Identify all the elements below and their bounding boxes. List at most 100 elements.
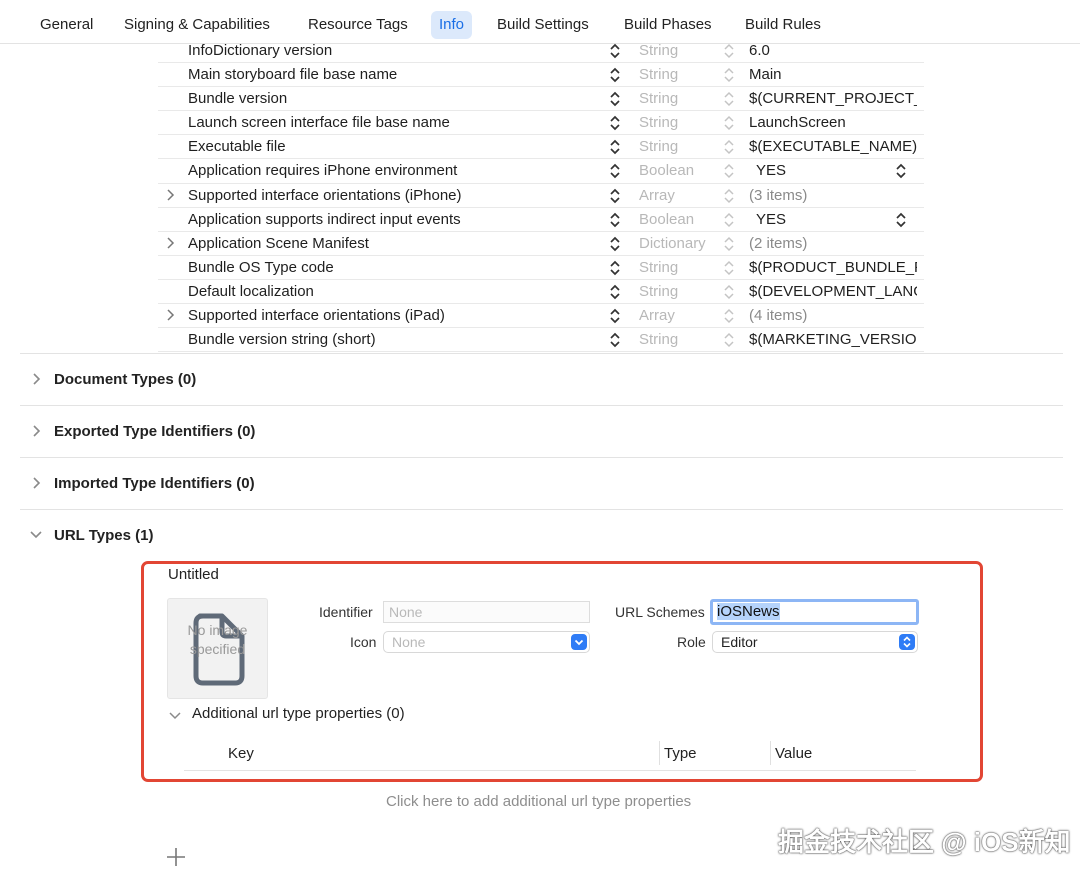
plist-key[interactable]: Application supports indirect input even… — [188, 211, 461, 228]
type-stepper-icon[interactable] — [722, 163, 736, 179]
type-stepper-icon[interactable] — [722, 284, 736, 300]
plist-key[interactable]: Default localization — [188, 283, 314, 300]
key-stepper-icon[interactable] — [608, 91, 622, 107]
plist-type[interactable]: String — [639, 90, 678, 107]
key-stepper-icon[interactable] — [608, 212, 622, 228]
plist-value[interactable]: Main — [749, 66, 917, 83]
plist-key[interactable]: Supported interface orientations (iPhone… — [188, 187, 462, 204]
plist-type[interactable]: String — [639, 283, 678, 300]
plist-value[interactable]: LaunchScreen — [749, 114, 917, 131]
plist-key[interactable]: Application requires iPhone environment — [188, 162, 457, 179]
type-stepper-icon[interactable] — [722, 332, 736, 348]
key-stepper-icon[interactable] — [608, 115, 622, 131]
column-header-value[interactable]: Value — [775, 745, 812, 762]
plist-key[interactable]: Bundle OS Type code — [188, 259, 334, 276]
type-stepper-icon[interactable] — [722, 236, 736, 252]
plist-value[interactable]: 6.0 — [749, 42, 917, 59]
role-popup[interactable]: Editor — [712, 631, 918, 653]
key-stepper-icon[interactable] — [608, 43, 622, 59]
chevron-right-icon[interactable] — [164, 188, 176, 202]
icon-popup[interactable]: None — [383, 631, 590, 653]
section-imported-type-identifiers[interactable]: Imported Type Identifiers (0) — [20, 457, 1063, 509]
type-stepper-icon[interactable] — [722, 43, 736, 59]
key-stepper-icon[interactable] — [608, 284, 622, 300]
url-schemes-field[interactable]: iOSNews — [710, 599, 919, 625]
plist-key[interactable]: Executable file — [188, 138, 286, 155]
plist-row[interactable]: Application requires iPhone environment B… — [158, 159, 924, 184]
plist-key[interactable]: Application Scene Manifest — [188, 235, 369, 252]
type-stepper-icon[interactable] — [722, 188, 736, 204]
url-type-image-well[interactable]: No image specified — [167, 598, 268, 699]
chevron-down-icon[interactable] — [168, 708, 182, 722]
plist-row[interactable]: Supported interface orientations (iPad) A… — [158, 304, 924, 329]
type-stepper-icon[interactable] — [722, 212, 736, 228]
type-stepper-icon[interactable] — [722, 308, 736, 324]
key-stepper-icon[interactable] — [608, 163, 622, 179]
add-icon[interactable] — [165, 846, 187, 868]
value-stepper-icon[interactable] — [894, 163, 908, 179]
plist-type[interactable]: Boolean — [639, 162, 694, 179]
plist-key[interactable]: Supported interface orientations (iPad) — [188, 307, 445, 324]
tab-general[interactable]: General — [32, 11, 101, 39]
tab-build-phases[interactable]: Build Phases — [616, 11, 720, 39]
plist-type[interactable]: String — [639, 42, 678, 59]
type-stepper-icon[interactable] — [722, 115, 736, 131]
plist-key[interactable]: Bundle version — [188, 90, 287, 107]
identifier-field[interactable]: None — [383, 601, 590, 623]
chevron-right-icon[interactable] — [30, 476, 42, 490]
key-stepper-icon[interactable] — [608, 67, 622, 83]
key-stepper-icon[interactable] — [608, 260, 622, 276]
section-document-types[interactable]: Document Types (0) — [20, 353, 1063, 405]
plist-key[interactable]: InfoDictionary version — [188, 42, 332, 59]
plist-type[interactable]: Array — [639, 187, 675, 204]
chevron-right-icon[interactable] — [164, 308, 176, 322]
key-stepper-icon[interactable] — [608, 236, 622, 252]
plist-key[interactable]: Launch screen interface file base name — [188, 114, 450, 131]
type-stepper-icon[interactable] — [722, 260, 736, 276]
plist-row[interactable]: Bundle version String $(CURRENT_PROJECT_VE… — [158, 87, 924, 112]
tab-signing-capabilities[interactable]: Signing & Capabilities — [116, 11, 278, 39]
plist-type[interactable]: String — [639, 259, 678, 276]
key-stepper-icon[interactable] — [608, 332, 622, 348]
tab-build-settings[interactable]: Build Settings — [489, 11, 597, 39]
plist-key[interactable]: Main storyboard file base name — [188, 66, 397, 83]
tab-info[interactable]: Info — [431, 11, 473, 39]
type-stepper-icon[interactable] — [722, 67, 736, 83]
plist-row[interactable]: Bundle version string (short) String $(MAR… — [158, 328, 924, 353]
section-url-types[interactable]: URL Types (1) — [20, 509, 1063, 561]
plist-row[interactable]: Supported interface orientations (iPhone… — [158, 184, 924, 208]
plist-value[interactable]: $(PRODUCT_BUNDLE_PACKAGE_TYPE) — [749, 259, 917, 276]
plist-value[interactable]: $(EXECUTABLE_NAME) — [749, 138, 917, 155]
plist-row[interactable]: Bundle OS Type code String $(PRODUCT_BUNDL… — [158, 256, 924, 280]
plist-row[interactable]: Application supports indirect input even… — [158, 208, 924, 232]
key-stepper-icon[interactable] — [608, 308, 622, 324]
type-stepper-icon[interactable] — [722, 139, 736, 155]
plist-row[interactable]: Main storyboard file base name String Main — [158, 63, 924, 88]
type-stepper-icon[interactable] — [722, 91, 736, 107]
section-exported-type-identifiers[interactable]: Exported Type Identifiers (0) — [20, 405, 1063, 457]
value-stepper-icon[interactable] — [894, 212, 908, 228]
plist-row[interactable]: Application Scene Manifest Dictionary (2 i… — [158, 232, 924, 256]
plist-value[interactable]: $(CURRENT_PROJECT_VERSION) — [749, 90, 917, 107]
chevron-down-icon[interactable] — [30, 528, 42, 542]
plist-type[interactable]: String — [639, 331, 678, 348]
plist-type[interactable]: String — [639, 66, 678, 83]
plist-type[interactable]: Boolean — [639, 211, 694, 228]
chevron-right-icon[interactable] — [30, 424, 42, 438]
key-stepper-icon[interactable] — [608, 139, 622, 155]
plist-key[interactable]: Bundle version string (short) — [188, 331, 376, 348]
plist-value[interactable]: $(MARKETING_VERSION) — [749, 331, 917, 348]
chevron-right-icon[interactable] — [164, 236, 176, 250]
tab-resource-tags[interactable]: Resource Tags — [300, 11, 416, 39]
plist-type[interactable]: Array — [639, 307, 675, 324]
plist-value[interactable]: (3 items) — [749, 187, 917, 204]
plist-type[interactable]: Dictionary — [639, 235, 706, 252]
plist-row[interactable]: Default localization String $(DEVELOPMENT_… — [158, 280, 924, 305]
plist-value[interactable]: (4 items) — [749, 307, 917, 324]
column-header-type[interactable]: Type — [664, 745, 697, 762]
plist-row[interactable]: Launch screen interface file base name St… — [158, 111, 924, 136]
plist-value[interactable]: $(DEVELOPMENT_LANGUAGE) — [749, 283, 917, 300]
column-header-key[interactable]: Key — [228, 745, 254, 762]
chevron-right-icon[interactable] — [30, 372, 42, 386]
plist-type[interactable]: String — [639, 114, 678, 131]
